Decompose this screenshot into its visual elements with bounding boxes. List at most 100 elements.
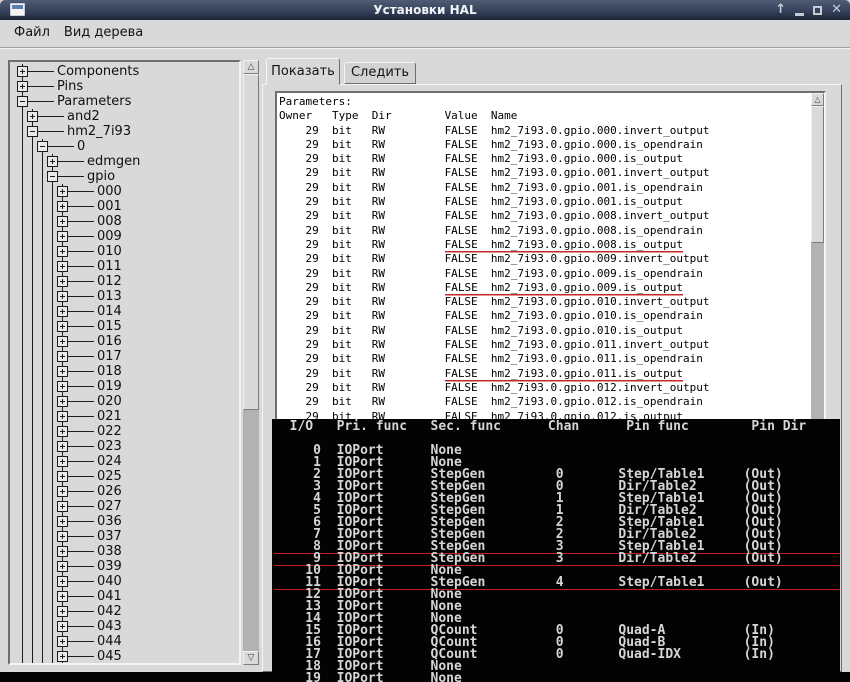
expand-toggle-icon[interactable] bbox=[57, 276, 68, 287]
expand-toggle-icon[interactable] bbox=[57, 441, 68, 452]
expand-toggle-icon[interactable] bbox=[57, 351, 68, 362]
expand-toggle-icon[interactable] bbox=[57, 306, 68, 317]
expand-toggle-icon[interactable] bbox=[57, 381, 68, 392]
hal-tree-panel[interactable]: Components Pins Parameters and2 hm2_7i93 0 edm… bbox=[8, 60, 241, 665]
tree-item-edmgen[interactable]: edmgen bbox=[10, 154, 239, 169]
collapse-toggle-icon[interactable] bbox=[47, 171, 58, 182]
tree-item-014[interactable]: 014 bbox=[10, 304, 239, 319]
tree-item-045[interactable]: 045 bbox=[10, 649, 239, 663]
expand-toggle-icon[interactable] bbox=[57, 186, 68, 197]
expand-toggle-icon[interactable] bbox=[57, 486, 68, 497]
terminal-overlay[interactable]: I/O Pri. func Sec. func Chan Pin func Pi… bbox=[272, 419, 840, 682]
tree-item-018[interactable]: 018 bbox=[10, 364, 239, 379]
maximize-button[interactable] bbox=[813, 5, 823, 15]
tree-item-036[interactable]: 036 bbox=[10, 514, 239, 529]
tree-item-016[interactable]: 016 bbox=[10, 334, 239, 349]
expand-toggle-icon[interactable] bbox=[57, 471, 68, 482]
param-row: 29 bit RW FALSE hm2_7i93.0.gpio.001.is_o… bbox=[279, 180, 703, 194]
titlebar[interactable]: Установки HAL ↑ ✕ bbox=[0, 0, 850, 20]
tree-item-023[interactable]: 023 bbox=[10, 439, 239, 454]
tree-item-041[interactable]: 041 bbox=[10, 589, 239, 604]
tree-scrollbar-thumb[interactable] bbox=[243, 74, 259, 410]
expand-toggle-icon[interactable] bbox=[57, 336, 68, 347]
expand-toggle-icon[interactable] bbox=[57, 576, 68, 587]
tree-item-013[interactable]: 013 bbox=[10, 289, 239, 304]
expand-toggle-icon[interactable] bbox=[57, 231, 68, 242]
tree-item-026[interactable]: 026 bbox=[10, 484, 239, 499]
tree-item-gpio[interactable]: gpio bbox=[10, 169, 239, 184]
expand-toggle-icon[interactable] bbox=[57, 501, 68, 512]
minimize-button[interactable] bbox=[795, 12, 805, 16]
menu-item[interactable]: Файл bbox=[7, 20, 57, 46]
expand-toggle-icon[interactable] bbox=[57, 636, 68, 647]
expand-toggle-icon[interactable] bbox=[57, 516, 68, 527]
tree-item-Components[interactable]: Components bbox=[10, 64, 239, 79]
tree-item-Pins[interactable]: Pins bbox=[10, 79, 239, 94]
tree-item-hm2_7i93[interactable]: hm2_7i93 bbox=[10, 124, 239, 139]
tree-item-015[interactable]: 015 bbox=[10, 319, 239, 334]
tree-item-038[interactable]: 038 bbox=[10, 544, 239, 559]
expand-toggle-icon[interactable] bbox=[57, 546, 68, 557]
tree-item-001[interactable]: 001 bbox=[10, 199, 239, 214]
tree-item-017[interactable]: 017 bbox=[10, 349, 239, 364]
tree-item-010[interactable]: 010 bbox=[10, 244, 239, 259]
expand-toggle-icon[interactable] bbox=[57, 456, 68, 467]
shade-button[interactable]: ↑ bbox=[775, 0, 786, 20]
tree-item-040[interactable]: 040 bbox=[10, 574, 239, 589]
expand-toggle-icon[interactable] bbox=[57, 411, 68, 422]
tree-item-042[interactable]: 042 bbox=[10, 604, 239, 619]
expand-toggle-icon[interactable] bbox=[47, 156, 58, 167]
expand-toggle-icon[interactable] bbox=[57, 621, 68, 632]
expand-toggle-icon[interactable] bbox=[27, 111, 38, 122]
tab-show[interactable]: Показать bbox=[266, 58, 340, 85]
red-underline-annotation: FALSE hm2_7i93.0.gpio.009.is_output bbox=[444, 280, 683, 294]
expand-toggle-icon[interactable] bbox=[57, 396, 68, 407]
expand-toggle-icon[interactable] bbox=[57, 606, 68, 617]
tree-item-021[interactable]: 021 bbox=[10, 409, 239, 424]
tree-item-0[interactable]: 0 bbox=[10, 139, 239, 154]
tree-item-Parameters[interactable]: Parameters bbox=[10, 94, 239, 109]
tree-item-and2[interactable]: and2 bbox=[10, 109, 239, 124]
expand-toggle-icon[interactable] bbox=[57, 201, 68, 212]
expand-toggle-icon[interactable] bbox=[57, 561, 68, 572]
collapse-toggle-icon[interactable] bbox=[37, 141, 48, 152]
text-scrollbar-thumb[interactable] bbox=[811, 106, 824, 243]
expand-toggle-icon[interactable] bbox=[57, 216, 68, 227]
tree-item-043[interactable]: 043 bbox=[10, 619, 239, 634]
tree-item-012[interactable]: 012 bbox=[10, 274, 239, 289]
tree-item-025[interactable]: 025 bbox=[10, 469, 239, 484]
collapse-toggle-icon[interactable] bbox=[27, 126, 38, 137]
scroll-down-arrow-icon[interactable]: ▽ bbox=[243, 651, 259, 665]
expand-toggle-icon[interactable] bbox=[57, 366, 68, 377]
expand-toggle-icon[interactable] bbox=[17, 66, 28, 77]
expand-toggle-icon[interactable] bbox=[57, 261, 68, 272]
expand-toggle-icon[interactable] bbox=[57, 531, 68, 542]
tree-item-009[interactable]: 009 bbox=[10, 229, 239, 244]
tree-item-label: 026 bbox=[97, 484, 122, 499]
tree-scrollbar[interactable]: △ ▽ bbox=[243, 60, 259, 665]
expand-toggle-icon[interactable] bbox=[57, 426, 68, 437]
tree-item-019[interactable]: 019 bbox=[10, 379, 239, 394]
expand-toggle-icon[interactable] bbox=[57, 321, 68, 332]
collapse-toggle-icon[interactable] bbox=[17, 96, 28, 107]
expand-toggle-icon[interactable] bbox=[57, 591, 68, 602]
expand-toggle-icon[interactable] bbox=[17, 81, 28, 92]
tab-watch[interactable]: Следить bbox=[344, 62, 416, 84]
tree-item-024[interactable]: 024 bbox=[10, 454, 239, 469]
tree-item-020[interactable]: 020 bbox=[10, 394, 239, 409]
close-button[interactable]: ✕ bbox=[831, 0, 842, 20]
tree-item-044[interactable]: 044 bbox=[10, 634, 239, 649]
tree-item-000[interactable]: 000 bbox=[10, 184, 239, 199]
tree-item-027[interactable]: 027 bbox=[10, 499, 239, 514]
expand-toggle-icon[interactable] bbox=[57, 651, 68, 662]
tree-item-022[interactable]: 022 bbox=[10, 424, 239, 439]
tree-item-039[interactable]: 039 bbox=[10, 559, 239, 574]
tree-item-011[interactable]: 011 bbox=[10, 259, 239, 274]
tree-item-037[interactable]: 037 bbox=[10, 529, 239, 544]
scroll-up-arrow-icon[interactable]: △ bbox=[811, 93, 824, 106]
tree-item-008[interactable]: 008 bbox=[10, 214, 239, 229]
scroll-up-arrow-icon[interactable]: △ bbox=[243, 60, 259, 74]
expand-toggle-icon[interactable] bbox=[57, 246, 68, 257]
menu-item[interactable]: Вид дерева bbox=[57, 20, 150, 46]
expand-toggle-icon[interactable] bbox=[57, 291, 68, 302]
